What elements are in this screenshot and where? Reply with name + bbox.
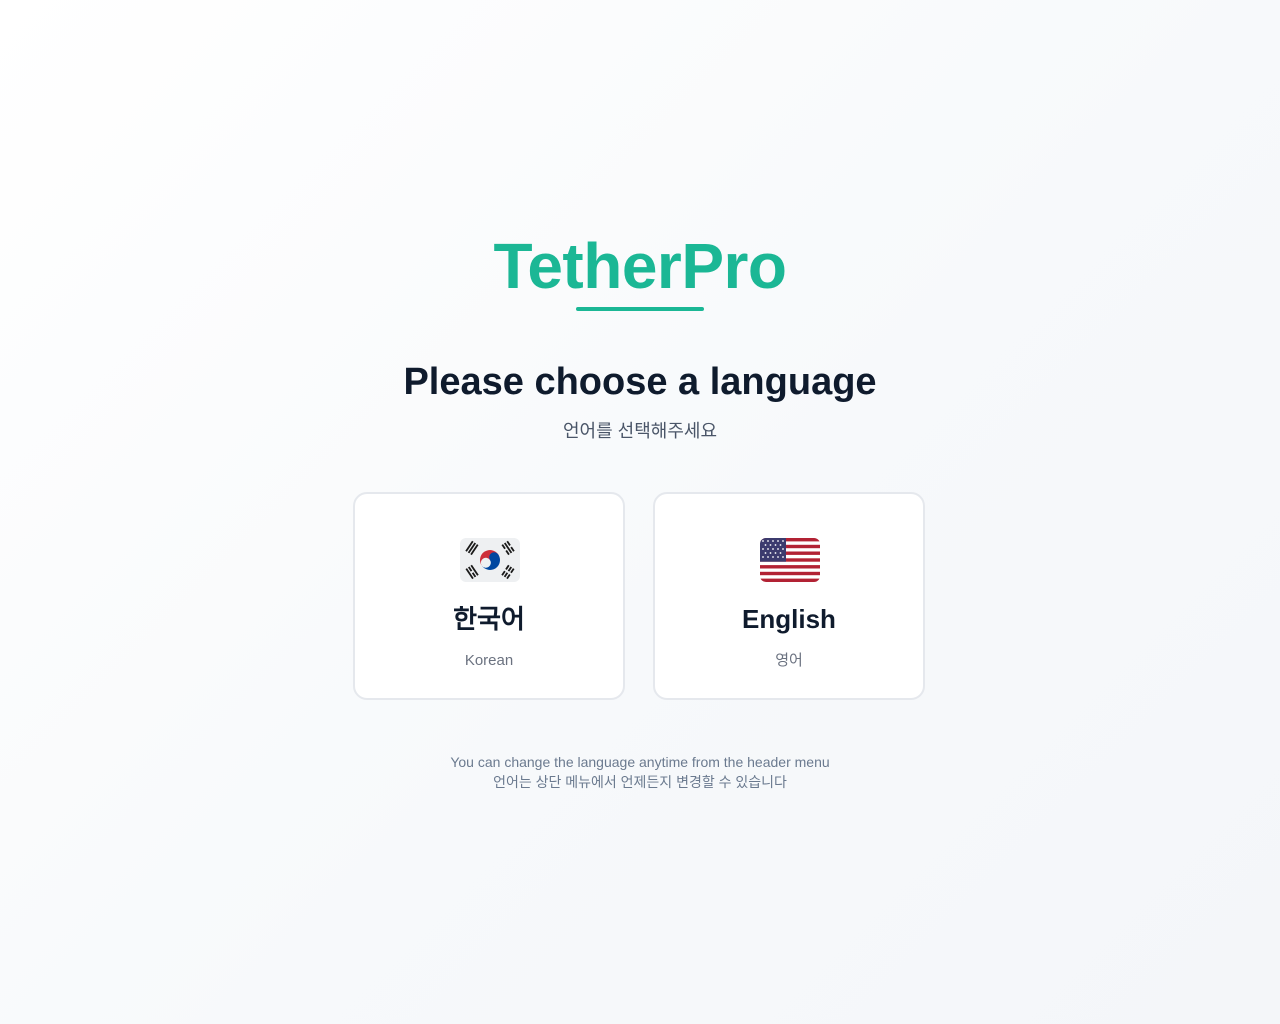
footer-note-korean: 언어는 상단 메뉴에서 언제든지 변경할 수 있습니다 bbox=[493, 774, 787, 790]
language-subtitle-korean: Korean bbox=[464, 652, 514, 669]
language-title-korean: 한국어 bbox=[453, 604, 525, 634]
language-subtitle-english: 영어 bbox=[775, 652, 803, 669]
united-states-flag-icon bbox=[760, 538, 820, 582]
page-title: Please choose a language bbox=[403, 361, 877, 403]
language-title-english: English bbox=[742, 604, 836, 634]
page-subtitle: 언어를 선택해주세요 bbox=[562, 421, 718, 441]
south-korea-flag-icon bbox=[460, 538, 520, 582]
language-card-korean[interactable]: 한국어 Korean bbox=[353, 492, 625, 700]
footer-note-english: You can change the language anytime from… bbox=[450, 754, 830, 770]
language-select-page: TetherPro Please choose a language 언어를 선… bbox=[0, 0, 1280, 1024]
brand-logo: TetherPro bbox=[493, 230, 787, 302]
brand-underline bbox=[576, 307, 704, 311]
language-card-english[interactable]: English 영어 bbox=[653, 492, 925, 700]
